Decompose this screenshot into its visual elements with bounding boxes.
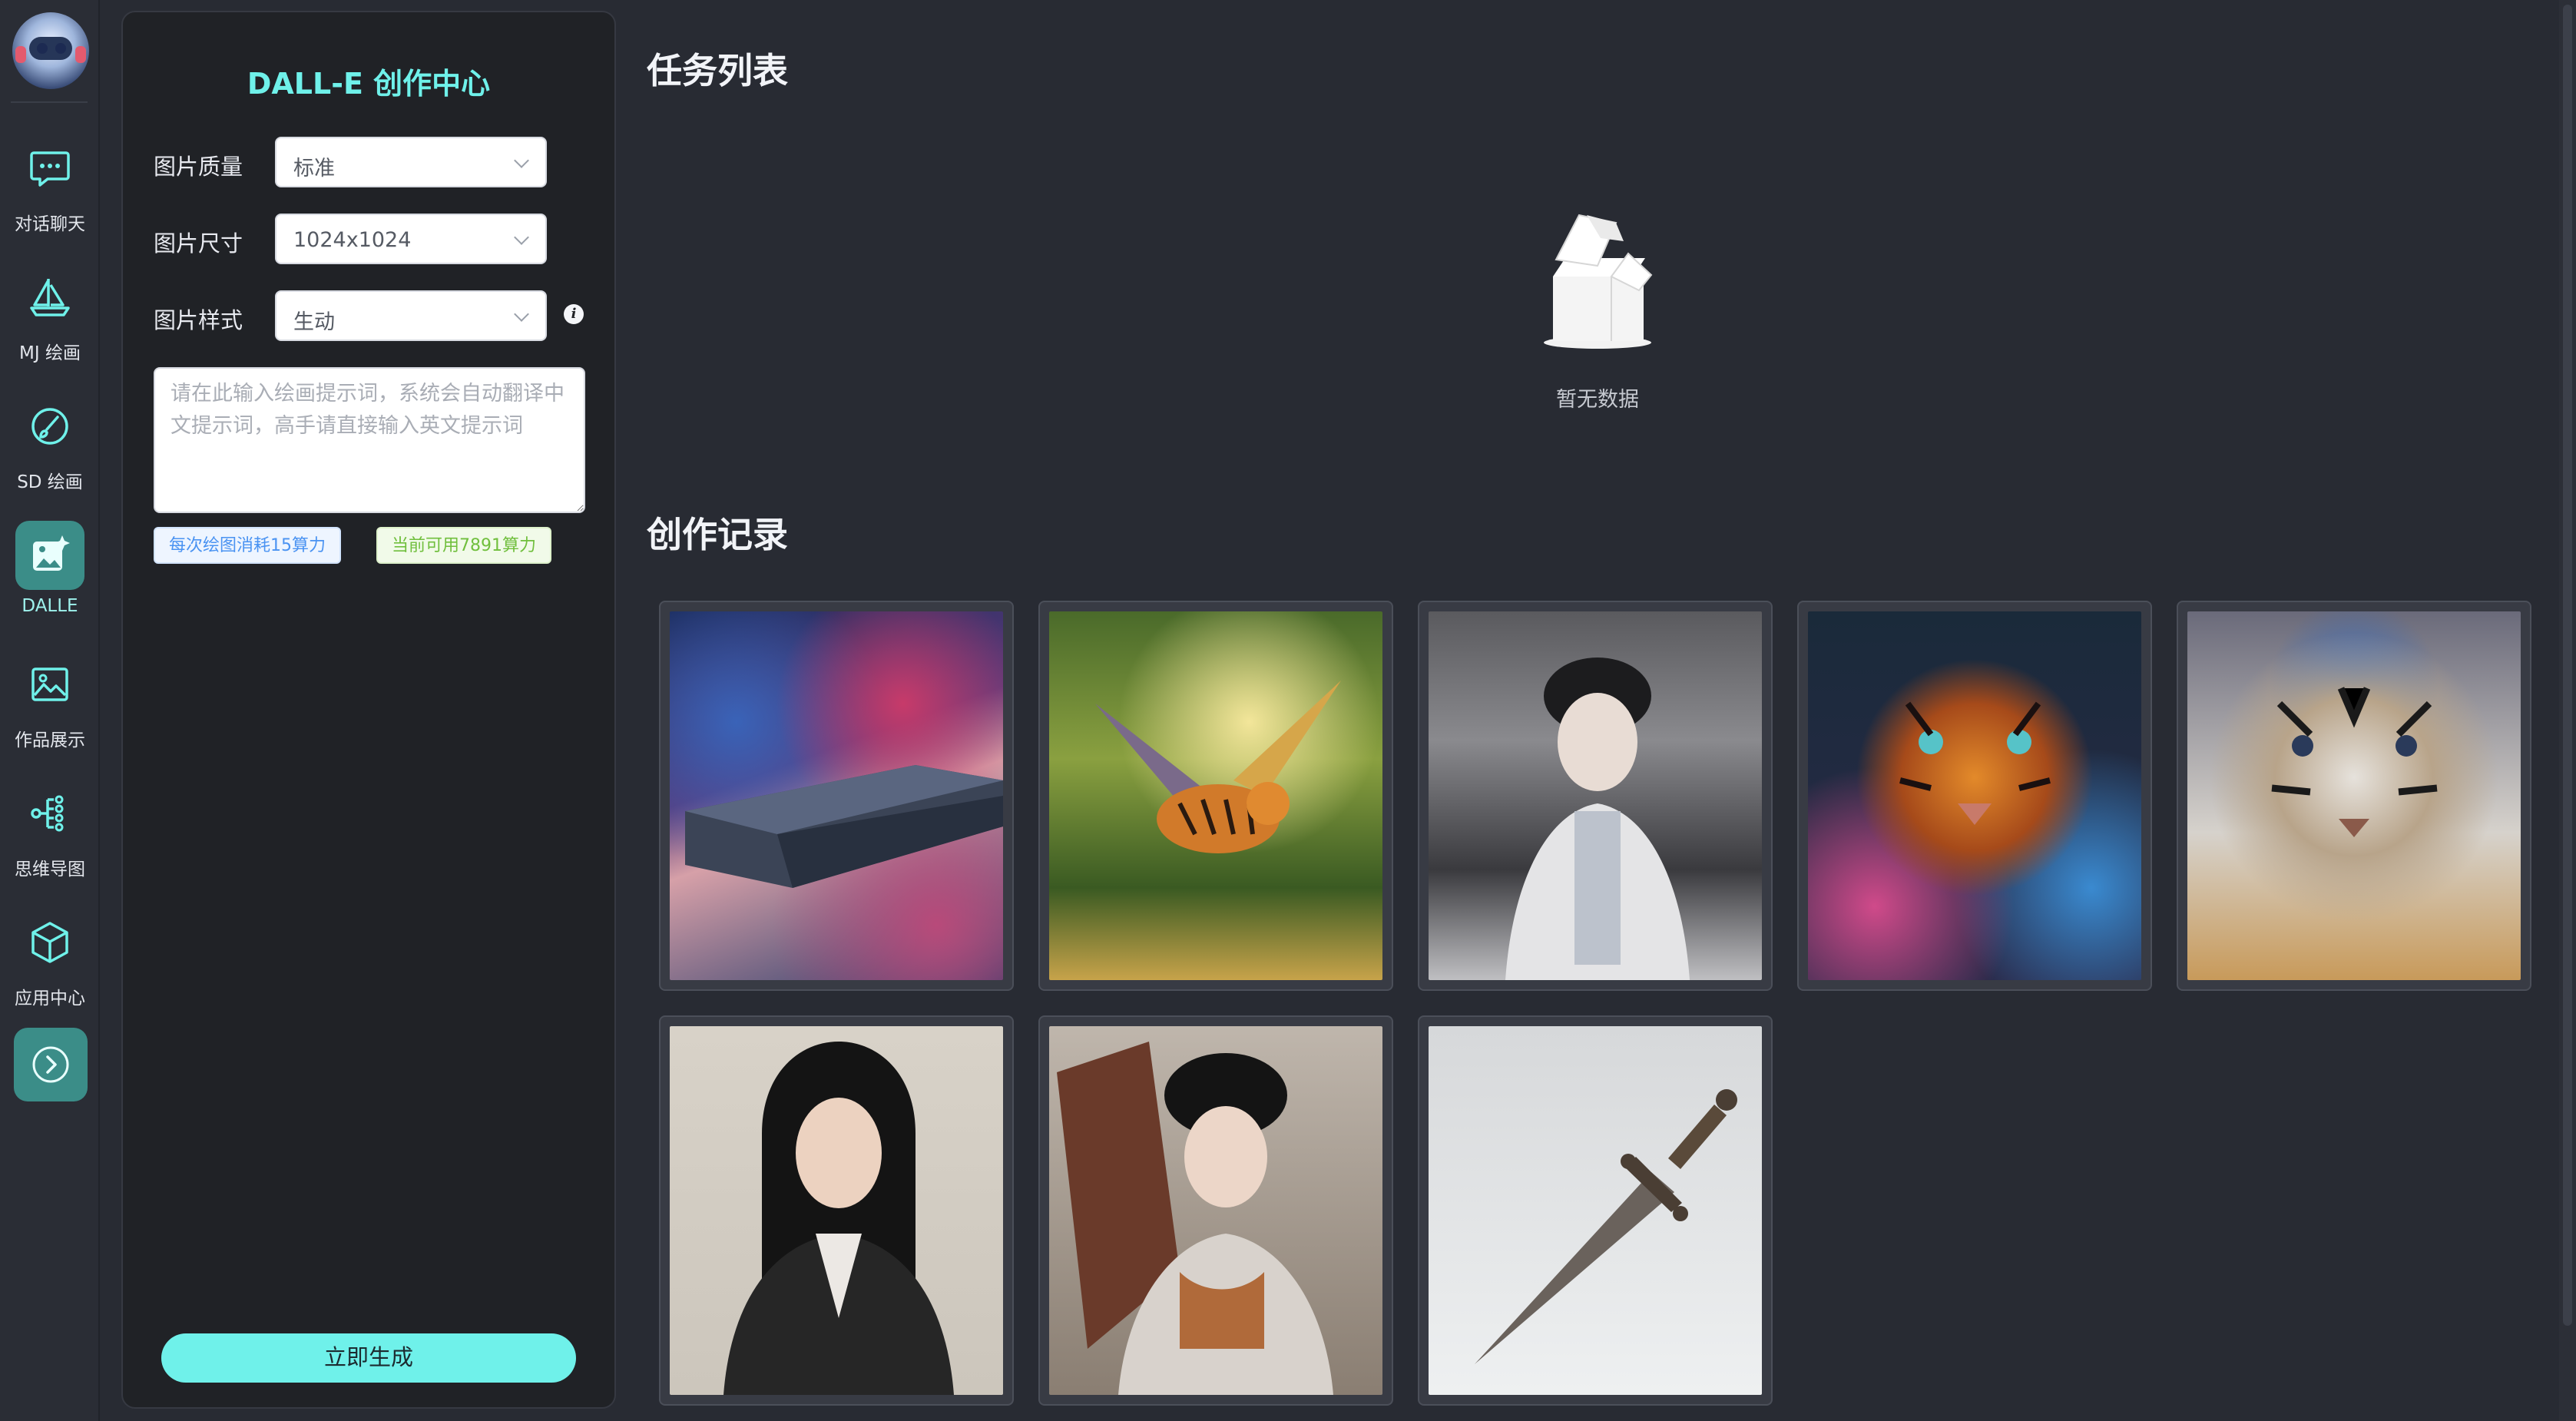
page-scrollbar[interactable] — [2559, 0, 2576, 1421]
quality-value: 标准 — [293, 157, 335, 181]
panel-title: DALL-E 创作中心 — [247, 67, 491, 101]
record-card[interactable] — [1797, 601, 2152, 991]
record-card[interactable] — [659, 601, 1014, 991]
dagger-image[interactable] — [1429, 1026, 1762, 1395]
jeweled-tiger-image[interactable] — [2187, 611, 2521, 980]
sailboat-icon — [15, 263, 84, 332]
cube-icon — [15, 908, 84, 977]
chevron-right-circle-icon — [32, 1046, 69, 1083]
style-select[interactable]: 生动 — [275, 290, 547, 341]
nav-label: 作品展示 — [15, 730, 85, 750]
cost-tag: 每次绘图消耗15算力 — [154, 527, 341, 564]
nav-label: 思维导图 — [15, 860, 85, 879]
traditional-dress-woman-image[interactable] — [1049, 1026, 1382, 1395]
nav-label: 对话聊天 — [15, 214, 85, 234]
expand-nav-button[interactable] — [14, 1028, 88, 1101]
generate-button[interactable]: 立即生成 — [161, 1333, 576, 1383]
balance-tag: 当前可用7891算力 — [376, 527, 551, 564]
record-card[interactable] — [1038, 1015, 1393, 1406]
quality-label: 图片质量 — [154, 154, 243, 180]
nav-item-mindmap[interactable]: 思维导图 — [0, 768, 100, 883]
info-icon[interactable]: i — [564, 304, 584, 324]
record-card[interactable] — [2177, 601, 2531, 991]
task-list-title: 任务列表 — [647, 50, 788, 91]
nav-item-app-center[interactable]: 应用中心 — [0, 897, 100, 1012]
empty-text: 暂无数据 — [1556, 388, 1639, 412]
scrollbar-thumb[interactable] — [2563, 5, 2572, 1326]
chat-icon — [15, 134, 84, 203]
record-card[interactable] — [659, 1015, 1014, 1406]
empty-state: 暂无数据 — [1444, 192, 1751, 422]
empty-box-icon — [1544, 214, 1653, 349]
nav-label: MJ 绘画 — [19, 343, 81, 363]
size-label: 图片尺寸 — [154, 230, 243, 257]
quality-select[interactable]: 标准 — [275, 137, 547, 187]
quality-row: 图片质量 标准 — [154, 137, 614, 187]
record-card[interactable] — [1418, 601, 1773, 991]
record-card[interactable] — [1418, 1015, 1773, 1406]
size-row: 图片尺寸 1024x1024 — [154, 214, 614, 264]
prompt-input[interactable] — [154, 367, 585, 513]
side-nav: 对话聊天 MJ 绘画 SD 绘画 DALLE 作品展示 思维导图 应用中心 — [0, 0, 100, 1421]
robot-avatar-logo[interactable] — [12, 12, 89, 89]
mindmap-icon — [15, 779, 84, 848]
brush-icon — [15, 392, 84, 461]
nav-item-sd-drawing[interactable]: SD 绘画 — [0, 381, 100, 496]
spaceship-nebula-image[interactable] — [670, 611, 1003, 980]
style-value: 生动 — [293, 310, 335, 334]
chevron-down-icon — [514, 153, 529, 168]
size-value: 1024x1024 — [293, 228, 412, 252]
nav-divider — [11, 101, 88, 103]
colorful-tiger-image[interactable] — [1808, 611, 2141, 980]
size-select[interactable]: 1024x1024 — [275, 214, 547, 264]
hanfu-woman-image[interactable] — [1429, 611, 1762, 980]
gallery-icon — [15, 650, 84, 719]
chevron-down-icon — [514, 230, 529, 245]
nav-item-dalle[interactable]: DALLE — [0, 510, 100, 625]
style-label: 图片样式 — [154, 307, 243, 333]
nav-label: 应用中心 — [15, 989, 85, 1009]
nav-item-chat[interactable]: 对话聊天 — [0, 123, 100, 238]
dalle-creation-panel: DALL-E 创作中心 图片质量 标准 图片尺寸 1024x1024 图片样式 … — [121, 11, 616, 1409]
chevron-down-icon — [514, 306, 529, 322]
nav-item-gallery[interactable]: 作品展示 — [0, 639, 100, 754]
style-row: 图片样式 生动 — [154, 290, 614, 341]
winged-tiger-image[interactable] — [1049, 611, 1382, 980]
record-card[interactable] — [1038, 601, 1393, 991]
nav-label: SD 绘画 — [17, 472, 83, 492]
nav-label: DALLE — [22, 596, 78, 616]
records-title: 创作记录 — [647, 514, 788, 555]
image-sparkle-icon — [15, 521, 84, 590]
nav-item-mj-drawing[interactable]: MJ 绘画 — [0, 252, 100, 367]
business-woman-image[interactable] — [670, 1026, 1003, 1395]
